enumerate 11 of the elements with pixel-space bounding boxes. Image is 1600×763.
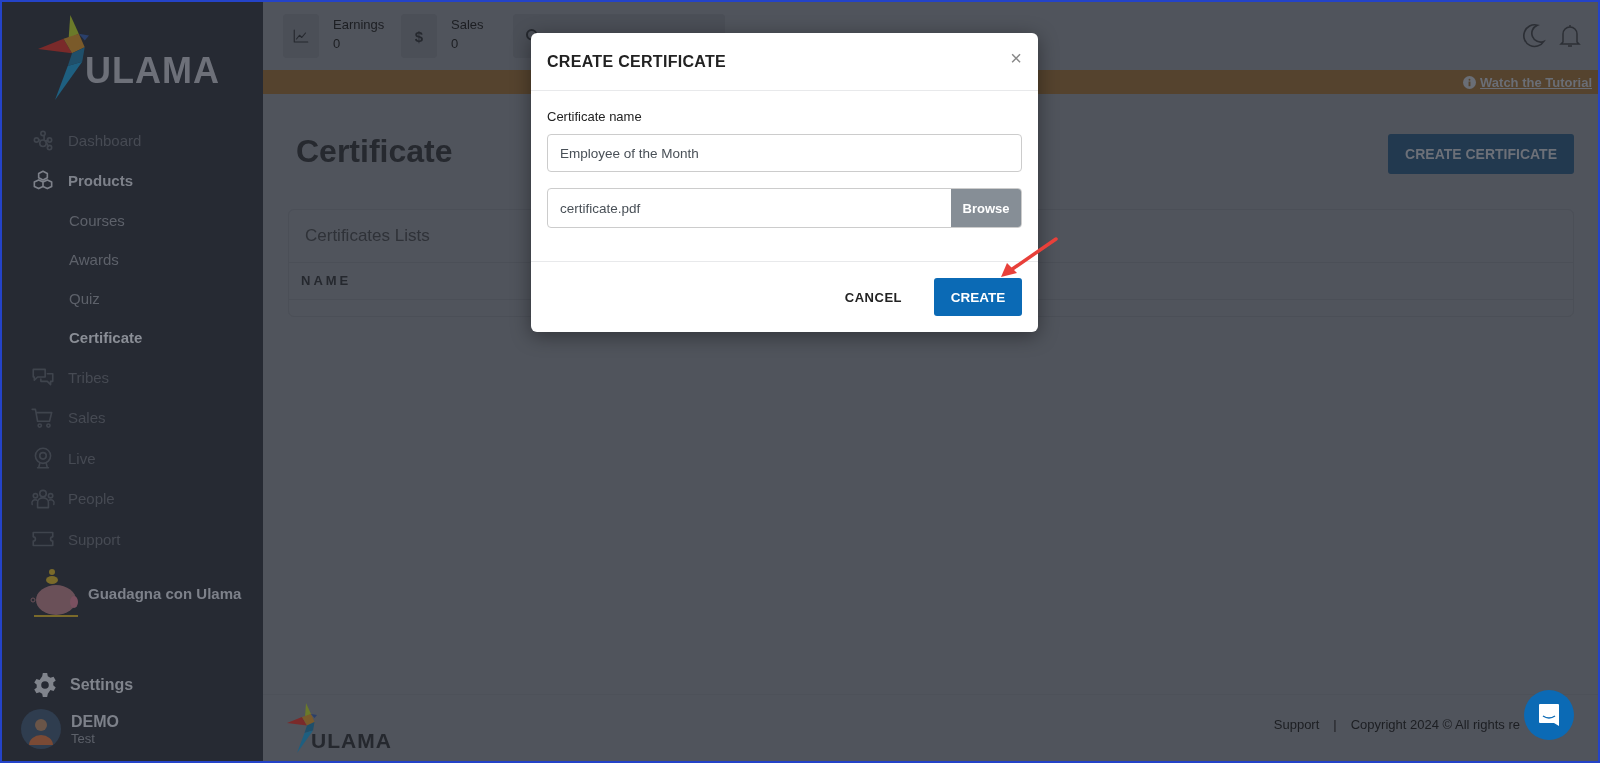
- stat-label: Sales: [451, 17, 485, 32]
- stat-value: 0: [333, 36, 342, 51]
- field-label: Certificate name: [547, 109, 643, 124]
- stat-value: 0: [451, 36, 460, 51]
- logo-text: ULAMA: [85, 50, 220, 92]
- copyright-text: Copyright 2024 © All rights re: [1350, 716, 1520, 732]
- stat-label: Earnings: [333, 17, 386, 32]
- dialog-title: CREATE CERTIFICATE: [547, 52, 727, 71]
- user-name: DEMO: [71, 712, 119, 731]
- dollar-icon: $: [414, 27, 424, 45]
- separator: |: [1333, 716, 1337, 732]
